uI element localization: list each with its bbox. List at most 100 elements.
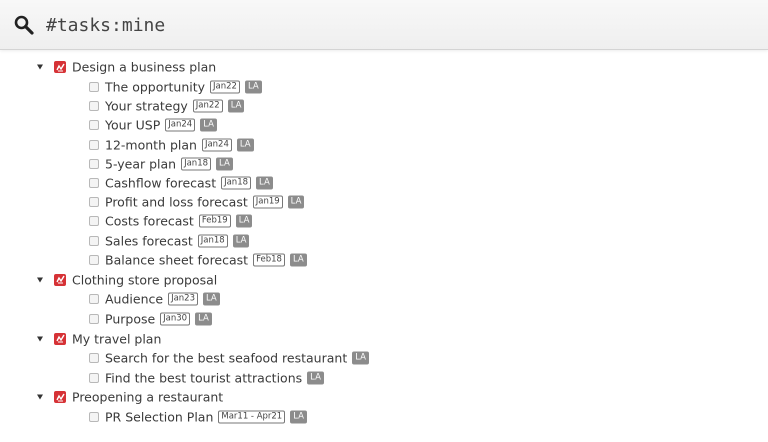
task-checkbox[interactable]	[89, 158, 99, 169]
assignee-tag[interactable]: LA	[235, 214, 253, 228]
assignee-tag[interactable]: LA	[352, 351, 369, 365]
task-body: Audience Jan23 LA	[105, 292, 220, 307]
task-title[interactable]: Cashflow forecast	[105, 176, 216, 191]
task-title[interactable]: Balance sheet forecast	[105, 252, 248, 267]
task-row: Search for the best seafood restaurant LA	[0, 349, 768, 368]
assignee-tag[interactable]: LA	[227, 99, 245, 113]
task-row: Find the best tourist attractions LA	[0, 368, 768, 387]
task-body: 12-month plan Jan24 LA	[105, 137, 254, 152]
search-bar	[0, 0, 768, 50]
task-row: PR Selection Plan Mar11 - Apr21 LA	[0, 408, 768, 427]
task-checkbox[interactable]	[89, 82, 99, 93]
task-checkbox[interactable]	[89, 178, 99, 189]
due-date-tag[interactable]: Jan24	[201, 138, 232, 152]
project-row: Preopening a restaurant	[0, 387, 768, 408]
task-body: Balance sheet forecast Feb18 LA	[105, 252, 307, 267]
task-body: Search for the best seafood restaurant LA	[105, 351, 369, 366]
task-checkbox[interactable]	[89, 353, 99, 364]
task-title[interactable]: Profit and loss forecast	[105, 195, 248, 210]
project-icon	[54, 332, 66, 345]
task-row: Costs forecast Feb19 LA	[0, 212, 768, 231]
task-title[interactable]: The opportunity	[105, 80, 205, 95]
task-checkbox[interactable]	[89, 120, 99, 131]
task-title[interactable]: Your strategy	[105, 99, 188, 114]
task-title[interactable]: 12-month plan	[105, 137, 197, 152]
due-date-tag[interactable]: Jan22	[192, 99, 223, 113]
task-body: 5-year plan Jan18 LA	[105, 156, 233, 171]
expand-triangle-icon[interactable]	[37, 64, 43, 70]
due-date-tag[interactable]: Jan19	[252, 195, 283, 209]
task-checkbox[interactable]	[89, 216, 99, 227]
task-body: PR Selection Plan Mar11 - Apr21 LA	[105, 410, 307, 425]
due-date-tag[interactable]: Jan18	[197, 234, 228, 248]
task-row: Cashflow forecast Jan18 LA	[0, 173, 768, 192]
task-checkbox[interactable]	[89, 412, 99, 423]
task-body: Find the best tourist attractions LA	[105, 370, 324, 385]
task-checkbox[interactable]	[89, 101, 99, 112]
task-title[interactable]: Costs forecast	[105, 214, 194, 229]
search-input[interactable]	[46, 9, 746, 41]
project-title[interactable]: Clothing store proposal	[72, 272, 217, 287]
task-title[interactable]: Search for the best seafood restaurant	[105, 351, 347, 366]
task-title[interactable]: Find the best tourist attractions	[105, 370, 302, 385]
task-checkbox[interactable]	[89, 139, 99, 150]
assignee-tag[interactable]: LA	[195, 312, 212, 326]
task-title[interactable]: 5-year plan	[105, 156, 176, 171]
assignee-tag[interactable]: LA	[289, 253, 307, 267]
expand-triangle-icon[interactable]	[37, 394, 43, 400]
assignee-tag[interactable]: LA	[202, 292, 220, 306]
project-title[interactable]: Design a business plan	[72, 60, 216, 75]
due-date-tag[interactable]: Jan24	[165, 118, 196, 132]
assignee-tag[interactable]: LA	[232, 234, 250, 248]
assignee-tag[interactable]: LA	[307, 371, 324, 385]
task-title[interactable]: Your USP	[105, 118, 160, 133]
project-title[interactable]: My travel plan	[72, 331, 161, 346]
task-checkbox[interactable]	[89, 254, 99, 265]
due-date-tag[interactable]: Feb18	[253, 253, 285, 267]
expand-triangle-icon[interactable]	[37, 336, 43, 341]
project-row: Design a business plan	[0, 57, 768, 78]
due-date-tag[interactable]: Jan23	[168, 292, 198, 306]
task-checkbox[interactable]	[89, 294, 99, 305]
assignee-tag[interactable]: LA	[287, 195, 305, 209]
project-title[interactable]: Preopening a restaurant	[72, 390, 223, 405]
assignee-tag[interactable]: LA	[256, 176, 273, 190]
project-row: My travel plan	[0, 328, 768, 349]
task-title[interactable]: Purpose	[105, 311, 155, 326]
due-date-tag[interactable]: Feb19	[198, 214, 231, 228]
assignee-tag[interactable]: LA	[244, 80, 262, 94]
task-body: Costs forecast Feb19 LA	[105, 214, 253, 229]
task-row: 5-year plan Jan18 LA	[0, 154, 768, 173]
task-row: Sales forecast Jan18 LA	[0, 231, 768, 250]
task-row: Balance sheet forecast Feb18 LA	[0, 250, 768, 269]
project-icon	[54, 391, 66, 404]
task-checkbox[interactable]	[89, 313, 99, 324]
task-title[interactable]: Audience	[105, 292, 163, 307]
assignee-tag[interactable]: LA	[290, 410, 307, 424]
expand-triangle-icon[interactable]	[37, 277, 43, 283]
task-body: Sales forecast Jan18 LA	[105, 233, 250, 248]
task-row: Your strategy Jan22 LA	[0, 97, 768, 116]
due-date-tag[interactable]: Jan22	[210, 80, 240, 94]
task-title[interactable]: Sales forecast	[105, 233, 193, 248]
task-title[interactable]: PR Selection Plan	[105, 410, 213, 425]
due-date-tag[interactable]: Jan18	[181, 157, 212, 171]
search-icon[interactable]	[13, 14, 35, 36]
task-checkbox[interactable]	[89, 197, 99, 208]
due-date-tag[interactable]: Jan30	[160, 312, 191, 326]
task-row: 12-month plan Jan24 LA	[0, 135, 768, 154]
due-date-tag[interactable]: Mar11 - Apr21	[218, 410, 286, 424]
task-body: Cashflow forecast Jan18 LA	[105, 176, 273, 191]
project-icon	[54, 273, 66, 286]
assignee-tag[interactable]: LA	[236, 138, 254, 152]
task-checkbox[interactable]	[89, 372, 99, 383]
assignee-tag[interactable]: LA	[200, 118, 217, 132]
assignee-tag[interactable]: LA	[216, 157, 233, 171]
project-icon	[54, 61, 66, 74]
task-body: Your strategy Jan22 LA	[105, 99, 245, 114]
due-date-tag[interactable]: Jan18	[221, 176, 252, 190]
task-row: The opportunity Jan22 LA	[0, 78, 768, 97]
project-row: Clothing store proposal	[0, 269, 768, 290]
task-body: The opportunity Jan22 LA	[105, 80, 262, 95]
task-checkbox[interactable]	[89, 235, 99, 246]
